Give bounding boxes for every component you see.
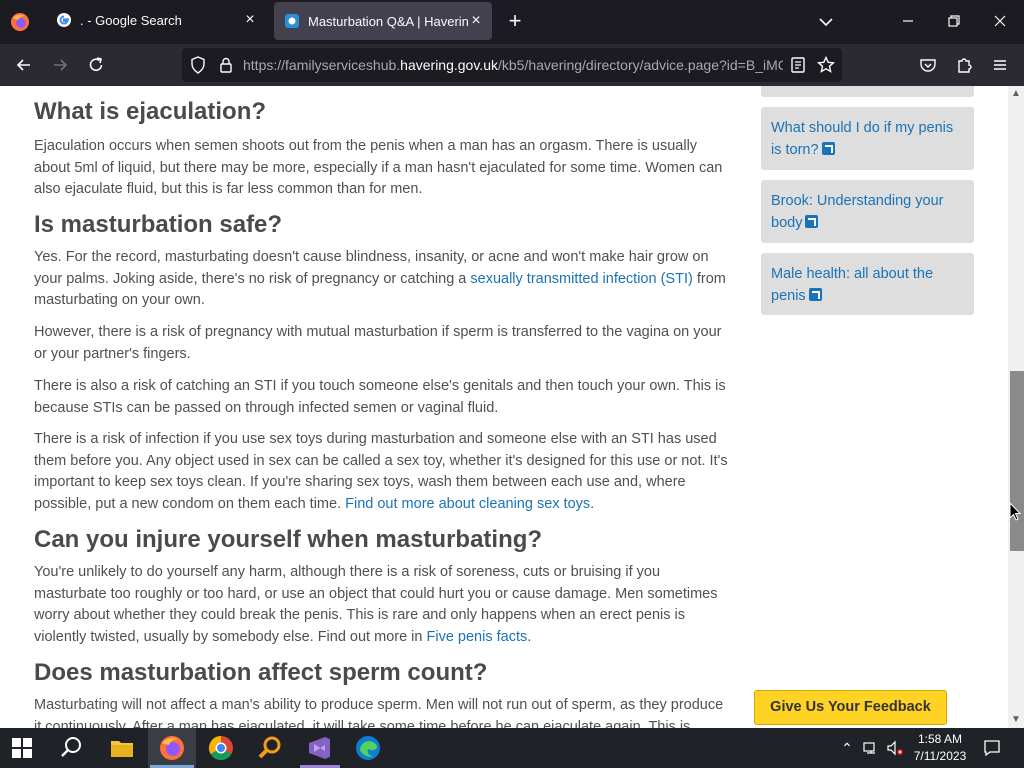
paragraph: There is also a risk of catching an STI …: [34, 378, 726, 416]
close-tab-icon[interactable]: ×: [242, 12, 258, 28]
heading-sperm-count: Does masturbation affect sperm count?: [34, 659, 488, 686]
restore-button[interactable]: [944, 10, 964, 32]
visual-studio-icon[interactable]: [305, 734, 333, 762]
heading-is-masturbation-safe: Is masturbation safe?: [34, 211, 283, 238]
restore-icon: [948, 15, 960, 27]
tab-bar: . - Google Search × Masturbation Q&A | H…: [0, 0, 1024, 44]
tab-title: Masturbation Q&A | Havering F: [308, 13, 468, 29]
url-text[interactable]: https://familyserviceshub.havering.gov.u…: [243, 57, 783, 73]
scrollbar-thumb[interactable]: [1010, 371, 1024, 551]
paragraph-text: You're unlikely to do yourself any harm,…: [34, 564, 718, 645]
shield-icon[interactable]: [188, 55, 208, 75]
forward-icon[interactable]: [50, 55, 70, 75]
sidebar-link-label: Brook: Understanding your body: [771, 193, 944, 231]
lock-icon[interactable]: [216, 55, 236, 75]
paragraph: Yes. For the record, masturbating doesn'…: [34, 247, 734, 312]
minimize-icon: [903, 20, 913, 22]
url-path: /kb5/havering/directory/advice.page?id=B…: [497, 57, 783, 73]
heading-what-is-ejaculation: What is ejaculation?: [34, 98, 267, 125]
magnifier-app-icon[interactable]: [256, 734, 284, 762]
paragraph-text: .: [527, 628, 532, 645]
scrollbar[interactable]: ▲ ▼: [1008, 86, 1024, 728]
reader-view-icon[interactable]: [788, 55, 808, 75]
scroll-up-icon[interactable]: ▲: [1008, 86, 1024, 102]
tab-google-search[interactable]: . - Google Search ×: [46, 0, 266, 40]
heading-can-you-injure-yourself: Can you injure yourself when masturbatin…: [34, 526, 543, 553]
google-icon: [57, 13, 71, 27]
sidebar-link-label: Male health: all about the penis: [771, 266, 934, 304]
chevron-down-icon[interactable]: [816, 12, 836, 32]
url-bar[interactable]: https://familyserviceshub.havering.gov.u…: [182, 48, 842, 82]
close-window-button[interactable]: [990, 10, 1010, 32]
sidebar-link-male-health[interactable]: Male health: all about the penis: [761, 253, 974, 315]
clock-time: 1:58 AM: [917, 732, 963, 746]
firefox-taskbar-icon[interactable]: [158, 734, 186, 762]
havering-favicon-icon: [285, 14, 299, 28]
file-explorer-icon[interactable]: [108, 734, 136, 762]
extensions-icon[interactable]: [954, 55, 974, 75]
paragraph: Ejaculation occurs when semen shoots out…: [34, 138, 723, 197]
windows-start-icon[interactable]: [10, 736, 34, 760]
taskbar: ⌃ 1:58 AM 7/11/2023: [0, 728, 1024, 768]
edge-icon[interactable]: [354, 734, 382, 762]
volume-muted-icon[interactable]: [886, 739, 904, 757]
mouse-cursor-icon: [1009, 502, 1021, 521]
chrome-icon[interactable]: [207, 734, 235, 762]
menu-icon[interactable]: [990, 55, 1010, 75]
tab-masturbation-qa[interactable]: Masturbation Q&A | Havering F ×: [274, 2, 492, 40]
reload-icon[interactable]: [86, 55, 106, 75]
paragraph: There is a risk of infection if you use …: [34, 429, 734, 515]
paragraph-text: .: [590, 495, 595, 512]
paragraph: However, there is a risk of pregnancy wi…: [34, 324, 722, 362]
sti-link[interactable]: sexually transmitted infection (STI): [470, 271, 692, 287]
minimize-button[interactable]: [898, 10, 918, 32]
clock-date: 7/11/2023: [913, 749, 967, 763]
scroll-down-icon[interactable]: ▼: [1008, 712, 1024, 728]
bookmark-star-icon[interactable]: [816, 55, 836, 75]
sidebar-link-penis-torn[interactable]: What should I do if my penis is torn?: [761, 107, 974, 170]
sidebar-link-brook[interactable]: Brook: Understanding your body: [761, 180, 974, 243]
url-prefix: https://familyserviceshub.: [243, 57, 401, 73]
external-link-icon: [808, 288, 822, 301]
back-icon[interactable]: [14, 55, 34, 75]
system-clock[interactable]: 1:58 AM 7/11/2023: [908, 731, 972, 765]
external-link-icon: [805, 215, 819, 228]
five-penis-facts-link[interactable]: Five penis facts: [427, 629, 528, 645]
new-tab-button[interactable]: +: [504, 10, 526, 32]
notification-icon[interactable]: [982, 738, 1002, 758]
feedback-button[interactable]: Give Us Your Feedback: [754, 690, 947, 725]
pocket-icon[interactable]: [918, 55, 938, 75]
url-host: havering.gov.uk: [400, 57, 498, 73]
network-icon[interactable]: [862, 739, 880, 757]
close-tab-icon[interactable]: ×: [468, 13, 484, 29]
paragraph: Masturbating will not affect a man's abi…: [34, 697, 724, 728]
firefox-icon[interactable]: [10, 12, 30, 32]
cleaning-sex-toys-link[interactable]: Find out more about cleaning sex toys: [345, 496, 590, 512]
sidebar-card-partial: [761, 86, 974, 97]
chevron-up-icon[interactable]: ⌃: [838, 739, 856, 757]
navigation-bar: https://familyserviceshub.havering.gov.u…: [0, 44, 1024, 86]
external-link-icon: [821, 142, 835, 155]
search-icon[interactable]: [58, 734, 86, 762]
tab-title: . - Google Search: [80, 12, 182, 28]
close-icon: [994, 15, 1006, 27]
page-content: What is ejaculation? Ejaculation occurs …: [0, 86, 1008, 728]
sidebar-link-label: What should I do if my penis is torn?: [771, 120, 954, 158]
paragraph: You're unlikely to do yourself any harm,…: [34, 562, 734, 648]
